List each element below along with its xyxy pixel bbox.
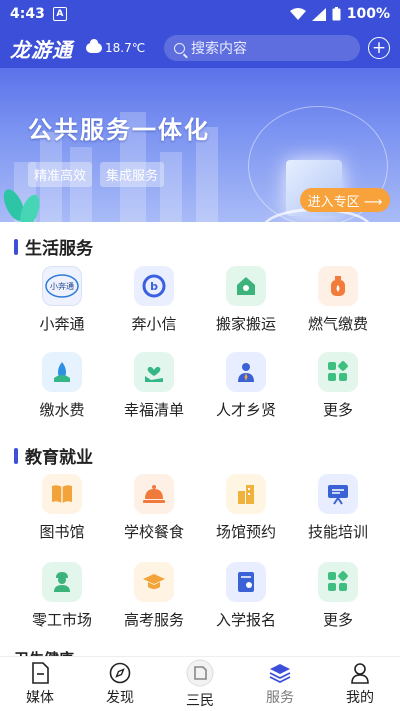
section-title-life: 生活服务 <box>14 234 93 259</box>
tab-label: 媒体 <box>26 689 54 706</box>
service-label: 奔小信 <box>131 315 177 333</box>
tab-discover[interactable]: 发现 <box>80 657 160 711</box>
tab-mine[interactable]: 我的 <box>320 657 400 711</box>
service-water-payment[interactable]: 缴水费 <box>12 352 112 420</box>
app-header: 龙游通 18.7℃ 搜索内容 + <box>0 28 400 68</box>
tab-label: 我的 <box>346 689 374 706</box>
notification-a-icon: A <box>52 7 67 21</box>
bottom-tab-bar: 媒体 发现 三民 服务 我的 <box>0 656 400 711</box>
service-venue-booking[interactable]: 场馆预约 <box>196 474 296 542</box>
open-book-icon <box>42 474 82 514</box>
status-bar: 4:43 A 100% <box>0 0 400 28</box>
section-bar <box>14 447 18 464</box>
service-gig-market[interactable]: 零工市场 <box>12 562 112 630</box>
grid-more-icon <box>318 562 358 602</box>
tab-services[interactable]: 服务 <box>240 657 320 711</box>
service-label: 人才乡贤 <box>215 401 276 419</box>
banner-title: 公共服务一体化 <box>28 116 210 144</box>
service-label: 搬家搬运 <box>215 315 276 333</box>
worker-icon <box>42 562 82 602</box>
service-label: 高考服务 <box>123 611 184 629</box>
service-more[interactable]: 更多 <box>288 352 388 420</box>
search-placeholder: 搜索内容 <box>191 41 247 57</box>
service-label: 小奔通 <box>39 315 85 333</box>
service-talent[interactable]: 人才乡贤 <box>196 352 296 420</box>
person-tie-icon <box>226 352 266 392</box>
battery-icon <box>332 7 341 21</box>
add-icon[interactable]: + <box>368 37 390 59</box>
presentation-board-icon <box>318 474 358 514</box>
temperature: 18.7℃ <box>105 41 146 55</box>
tab-media[interactable]: 媒体 <box>0 657 80 711</box>
search-icon <box>174 42 185 54</box>
status-time: 4:43 <box>10 6 45 22</box>
service-happiness-list[interactable]: 幸福清单 <box>104 352 204 420</box>
service-gas-payment[interactable]: 燃气缴费 <box>288 266 388 334</box>
sanmin-badge-icon <box>186 659 214 686</box>
tab-sanmin[interactable]: 三民 <box>160 657 240 711</box>
service-label: 入学报名 <box>215 611 276 629</box>
signal-icon <box>311 7 326 21</box>
graduation-cap-icon <box>134 562 174 602</box>
banner-tag: 集成服务 <box>100 162 165 187</box>
compass-icon <box>109 662 131 683</box>
wifi-icon <box>289 7 306 20</box>
app-logo[interactable]: 龙游通 <box>10 34 80 63</box>
banner-tags: 精准高效 集成服务 <box>28 162 165 187</box>
status-right: 100% <box>289 6 390 22</box>
house-icon <box>226 266 266 306</box>
heart-hand-icon <box>134 352 174 392</box>
grid-more-icon <box>318 352 358 392</box>
banner-tag: 精准高效 <box>28 162 93 187</box>
section-title-education: 教育就业 <box>14 443 93 468</box>
tab-label: 发现 <box>106 689 134 706</box>
svg-text:小奔通: 小奔通 <box>50 281 74 291</box>
service-label: 幸福清单 <box>123 401 184 419</box>
document-icon <box>32 661 49 684</box>
enrollment-form-icon <box>226 562 266 602</box>
service-benxiaoxin[interactable]: b 奔小信 <box>104 266 204 334</box>
tab-label: 服务 <box>266 689 294 706</box>
building-icon <box>226 474 266 514</box>
xiaobentong-logo-icon: 小奔通 <box>42 266 82 306</box>
svg-text:b: b <box>150 280 158 293</box>
service-label: 图书馆 <box>39 523 85 541</box>
battery-percent: 100% <box>346 6 390 22</box>
service-school-meals[interactable]: 学校餐食 <box>104 474 204 542</box>
service-xiaobentong[interactable]: 小奔通 小奔通 <box>12 266 112 334</box>
food-cloche-icon <box>134 474 174 514</box>
person-icon <box>351 662 369 684</box>
service-label: 更多 <box>322 401 353 419</box>
weather[interactable]: 18.7℃ <box>86 39 160 55</box>
service-skills-training[interactable]: 技能培训 <box>288 474 388 542</box>
service-library[interactable]: 图书馆 <box>12 474 112 542</box>
service-more[interactable]: 更多 <box>288 562 388 630</box>
service-label: 技能培训 <box>307 523 368 541</box>
gas-tank-icon <box>318 266 358 306</box>
section-title-text: 教育就业 <box>25 448 93 468</box>
section-title-text: 生活服务 <box>25 239 93 259</box>
service-label: 缴水费 <box>39 401 85 419</box>
service-label: 更多 <box>322 611 353 629</box>
section-bar <box>14 238 18 255</box>
search-input[interactable]: 搜索内容 <box>164 35 360 61</box>
service-enrollment[interactable]: 入学报名 <box>196 562 296 630</box>
service-label: 燃气缴费 <box>307 315 368 333</box>
enter-zone-button[interactable]: 进入专区 ⟶ <box>300 188 390 212</box>
water-drop-icon <box>42 352 82 392</box>
layers-icon <box>269 663 291 683</box>
benxiaoxin-logo-icon: b <box>134 266 174 306</box>
service-label: 场馆预约 <box>215 523 276 541</box>
service-moving[interactable]: 搬家搬运 <box>196 266 296 334</box>
cloud-icon <box>86 39 102 53</box>
tab-label: 三民 <box>186 692 214 709</box>
service-label: 零工市场 <box>31 611 92 629</box>
service-label: 学校餐食 <box>123 523 184 541</box>
service-gaokao[interactable]: 高考服务 <box>104 562 204 630</box>
